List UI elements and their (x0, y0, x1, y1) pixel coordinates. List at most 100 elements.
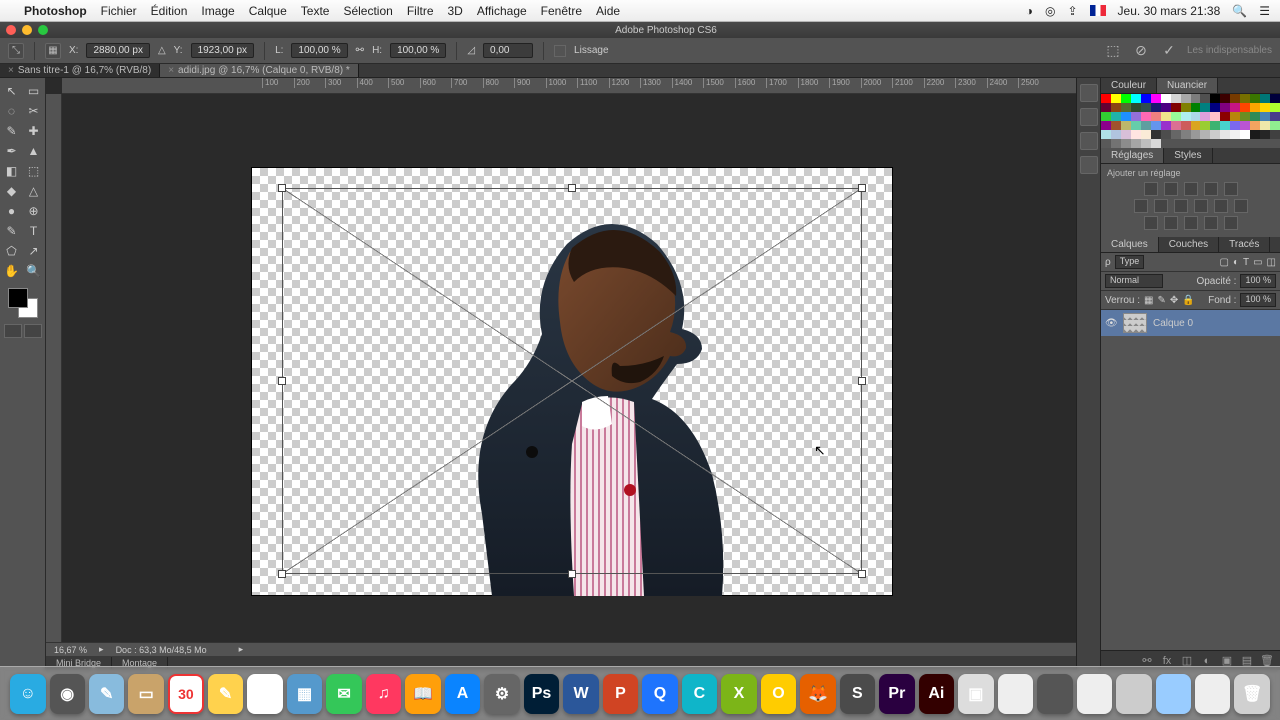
swatch[interactable] (1210, 103, 1220, 112)
swatch[interactable] (1220, 103, 1230, 112)
app-menu[interactable]: Photoshop (24, 4, 87, 18)
lock-paint-icon[interactable]: ✎ (1157, 295, 1165, 306)
swatch[interactable] (1210, 130, 1220, 139)
lock-trans-icon[interactable]: ▦ (1144, 295, 1153, 306)
dock-app[interactable]: ⚙ (484, 674, 519, 714)
swatch[interactable] (1171, 94, 1181, 103)
tool-button[interactable]: ↖ (2, 82, 22, 100)
swatch[interactable] (1111, 112, 1121, 121)
swatch[interactable] (1181, 94, 1191, 103)
tab-couleur[interactable]: Couleur (1101, 78, 1157, 93)
link-icon[interactable]: ⚯ (356, 45, 364, 56)
swatch[interactable] (1131, 121, 1141, 130)
adjust-icon[interactable] (1204, 216, 1218, 230)
tab-traces[interactable]: Tracés (1219, 237, 1270, 252)
menu-image[interactable]: Image (201, 4, 234, 18)
dock-app[interactable] (1195, 674, 1230, 714)
adjust-icon[interactable] (1144, 216, 1158, 230)
dock-app[interactable]: ▭ (128, 674, 163, 714)
panel-icon[interactable] (1080, 108, 1098, 126)
menu-filtre[interactable]: Filtre (407, 4, 434, 18)
menu-fichier[interactable]: Fichier (101, 4, 137, 18)
dock-app[interactable]: ▣ (958, 674, 993, 714)
swatch[interactable] (1131, 139, 1141, 148)
tool-button[interactable]: ✂ (24, 102, 44, 120)
expand-icon[interactable]: ▸ (99, 644, 104, 655)
blend-mode-select[interactable]: Normal (1105, 274, 1163, 288)
swatch[interactable] (1240, 121, 1250, 130)
dock-app[interactable]: A (445, 674, 480, 714)
swatch[interactable] (1230, 112, 1240, 121)
horizontal-ruler[interactable]: 1002003004005006007008009001000110012001… (62, 78, 1076, 94)
swatch[interactable] (1121, 94, 1131, 103)
dock-app[interactable]: ✎ (89, 674, 124, 714)
fill-field[interactable]: 100 % (1240, 293, 1276, 307)
doc-tab[interactable]: ×adidi.jpg @ 16,7% (Calque 0, RVB/8) * (160, 64, 359, 77)
lock-all-icon[interactable]: 🔒 (1182, 295, 1194, 306)
dock-app[interactable] (1037, 674, 1072, 714)
swatch[interactable] (1240, 94, 1250, 103)
minimize-button[interactable] (22, 25, 32, 35)
tool-button[interactable]: ⊕ (24, 202, 44, 220)
swatch[interactable] (1200, 130, 1210, 139)
dock-app[interactable]: P (603, 674, 638, 714)
tool-button[interactable]: ● (2, 202, 22, 220)
swatch[interactable] (1181, 103, 1191, 112)
swatch[interactable] (1230, 94, 1240, 103)
filter-icon[interactable]: ρ (1105, 257, 1111, 268)
adjust-icon[interactable] (1144, 182, 1158, 196)
dock-app[interactable]: 🗑 (1234, 674, 1269, 714)
lock-pos-icon[interactable]: ✥ (1170, 295, 1178, 306)
menu-edition[interactable]: Édition (151, 4, 188, 18)
swatch[interactable] (1260, 121, 1270, 130)
swatch[interactable] (1151, 103, 1161, 112)
status-icon[interactable]: ◎ (1045, 4, 1055, 18)
swatch[interactable] (1200, 94, 1210, 103)
tool-button[interactable]: ✋ (2, 262, 22, 280)
status-icon[interactable]: ⇪ (1067, 4, 1077, 18)
swatch[interactable] (1141, 112, 1151, 121)
tool-button[interactable]: △ (24, 182, 44, 200)
workspace-switcher[interactable]: Les indispensables (1187, 45, 1272, 56)
swatch[interactable] (1101, 130, 1111, 139)
swatch[interactable] (1101, 103, 1111, 112)
swatch[interactable] (1191, 94, 1201, 103)
dock-app[interactable]: Ai (919, 674, 954, 714)
swatch[interactable] (1191, 103, 1201, 112)
swatch[interactable] (1151, 94, 1161, 103)
input-flag-icon[interactable] (1090, 5, 1106, 16)
swatch[interactable] (1121, 103, 1131, 112)
swatch[interactable] (1200, 112, 1210, 121)
swatch[interactable] (1141, 139, 1151, 148)
tab-styles[interactable]: Styles (1164, 148, 1212, 163)
tool-button[interactable]: ⬚ (24, 162, 44, 180)
swatch[interactable] (1141, 94, 1151, 103)
screen-mode-button[interactable] (4, 324, 22, 338)
swatch[interactable] (1240, 130, 1250, 139)
commit-transform-button[interactable]: ✓ (1159, 41, 1179, 61)
panel-icon[interactable] (1080, 156, 1098, 174)
layer-name[interactable]: Calque 0 (1153, 318, 1193, 329)
tool-button[interactable]: ▭ (24, 82, 44, 100)
warp-button[interactable]: ⬚ (1103, 41, 1123, 61)
swatch[interactable] (1101, 112, 1111, 121)
swatch[interactable] (1111, 103, 1121, 112)
swatch[interactable] (1171, 112, 1181, 121)
swatch[interactable] (1270, 94, 1280, 103)
filter-pict-icon[interactable]: ▢ (1219, 257, 1228, 268)
swatch[interactable] (1210, 121, 1220, 130)
status-icon[interactable]: ◑ (1026, 4, 1033, 18)
swatch[interactable] (1260, 94, 1270, 103)
swatch[interactable] (1171, 121, 1181, 130)
swatch[interactable] (1111, 130, 1121, 139)
swatch[interactable] (1121, 121, 1131, 130)
swatch[interactable] (1230, 121, 1240, 130)
visibility-icon[interactable]: 👁 (1105, 318, 1117, 329)
dock-app[interactable]: S (840, 674, 875, 714)
adjust-icon[interactable] (1184, 182, 1198, 196)
swatch[interactable] (1191, 112, 1201, 121)
swatch[interactable] (1151, 112, 1161, 121)
dock-app[interactable]: W (563, 674, 598, 714)
swatch[interactable] (1270, 112, 1280, 121)
document-canvas[interactable] (252, 168, 892, 595)
